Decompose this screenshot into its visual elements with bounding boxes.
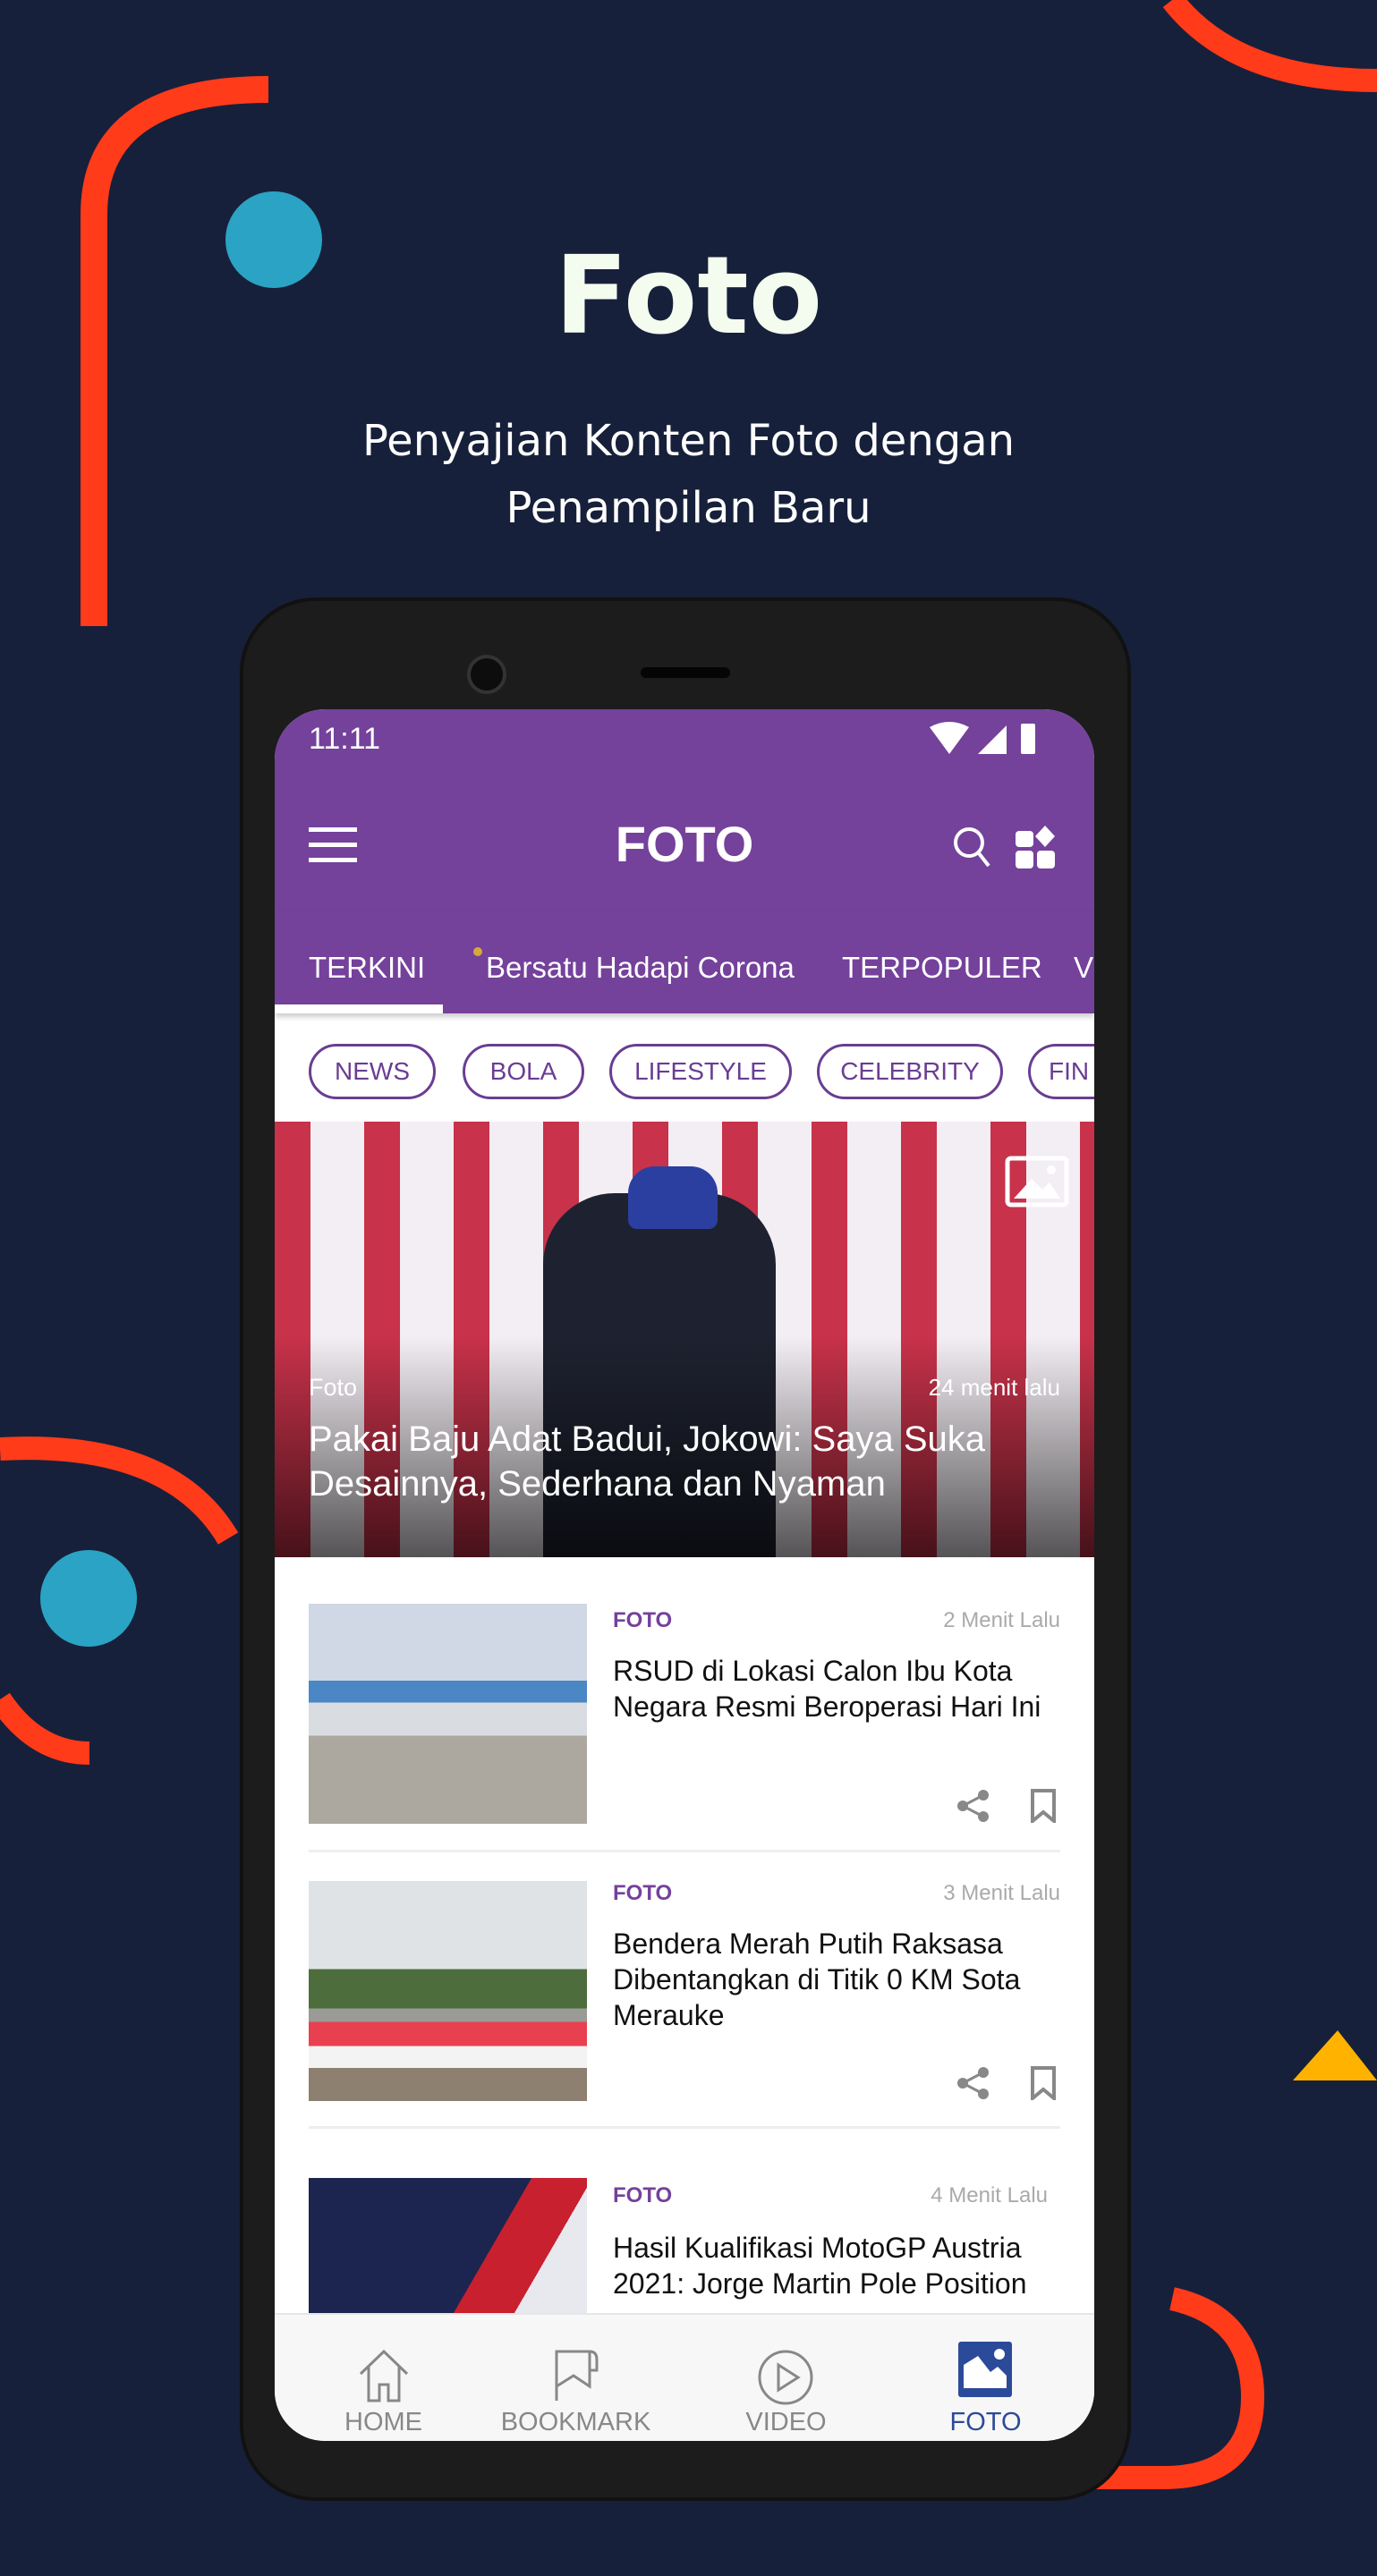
nav-label: HOME	[344, 2408, 422, 2436]
article-time: 4 Menit Lalu	[931, 2183, 1048, 2207]
chip-bola[interactable]: BOLA	[463, 1044, 584, 1099]
play-circle-icon	[758, 2350, 813, 2405]
nav-home[interactable]: HOME	[281, 2315, 486, 2441]
promo-subtitle: Penyajian Konten Foto dengan	[361, 416, 1016, 466]
home-icon	[359, 2349, 409, 2402]
signal-icon	[978, 725, 1007, 754]
chip-lifestyle[interactable]: LIFESTYLE	[609, 1044, 792, 1099]
share-icon[interactable]	[956, 1789, 990, 1823]
hero-category: Foto	[309, 1374, 358, 1401]
status-time: 11:11	[309, 722, 381, 756]
category-tabs: TERKINI Bersatu Hadapi Corona TERPOPULER…	[275, 911, 1094, 1013]
app-bar: FOTO	[275, 774, 1094, 911]
nav-foto[interactable]: FOTO	[883, 2315, 1088, 2441]
hero-image-headwear	[628, 1166, 718, 1229]
chip-finance[interactable]: FIN	[1028, 1044, 1094, 1099]
decorative-arc	[0, 1692, 90, 1765]
hero-article[interactable]: Foto 24 menit lalu Pakai Baju Adat Badui…	[275, 1122, 1094, 1557]
article-thumbnail[interactable]	[309, 1881, 587, 2101]
apps-icon[interactable]	[1016, 826, 1057, 869]
article-time: 3 Menit Lalu	[943, 1881, 1060, 1905]
hero-title[interactable]: Pakai Baju Adat Badui, Jokowi: Saya Suka…	[309, 1417, 1024, 1506]
decorative-arc	[0, 1436, 239, 1545]
divider	[309, 1850, 1060, 1852]
speaker	[641, 667, 730, 678]
live-dot-icon	[473, 947, 482, 956]
nav-bookmark[interactable]: BOOKMARK	[473, 2315, 678, 2441]
article-title[interactable]: Bendera Merah Putih Raksasa Dibentangkan…	[613, 1926, 1060, 2033]
decorative-triangle	[1293, 2030, 1377, 2080]
tab-terkini[interactable]: TERKINI	[309, 951, 425, 985]
share-icon[interactable]	[956, 2066, 990, 2100]
battery-icon	[1021, 724, 1035, 754]
decorative-circle	[40, 1550, 137, 1647]
photo-icon	[958, 2342, 1012, 2397]
nav-label: BOOKMARK	[500, 2408, 651, 2436]
article-thumbnail[interactable]	[309, 1604, 587, 1824]
article-category: FOTO	[613, 2183, 673, 2207]
article-category: FOTO	[613, 1881, 673, 1905]
status-icons	[930, 722, 1035, 754]
article-title[interactable]: Hasil Kualifikasi MotoGP Austria 2021: J…	[613, 2230, 1060, 2301]
bottom-navigation: HOME BOOKMARK VIDEO FOTO	[275, 2313, 1094, 2441]
chip-celebrity[interactable]: CELEBRITY	[817, 1044, 1003, 1099]
wifi-icon	[930, 722, 969, 754]
nav-label: VIDEO	[745, 2408, 827, 2436]
article-title[interactable]: RSUD di Lokasi Calon Ibu Kota Negara Res…	[613, 1653, 1060, 1724]
decorative-arc	[1162, 0, 1377, 92]
bookmark-icon	[555, 2350, 599, 2401]
status-bar: 11:11	[275, 709, 1094, 774]
article-category: FOTO	[613, 1608, 673, 1632]
camera	[467, 655, 506, 694]
divider	[309, 2126, 1060, 2129]
gallery-icon	[1005, 1156, 1069, 1208]
nav-video[interactable]: VIDEO	[684, 2315, 888, 2441]
tab-bersatu-hadapi-corona[interactable]: Bersatu Hadapi Corona	[486, 951, 795, 985]
bookmark-icon[interactable]	[1030, 2066, 1057, 2100]
article-time: 2 Menit Lalu	[943, 1608, 1060, 1632]
search-icon[interactable]	[953, 826, 992, 869]
phone-screen: 11:11 FOTO TERKINI Bersatu Hadapi Corona…	[275, 709, 1094, 2441]
active-tab-indicator	[275, 1004, 443, 1013]
bookmark-icon[interactable]	[1030, 1789, 1057, 1823]
nav-label: FOTO	[949, 2408, 1022, 2436]
chip-news[interactable]: NEWS	[309, 1044, 436, 1099]
promo-subtitle: Penampilan Baru	[506, 483, 871, 533]
hero-time: 24 menit lalu	[928, 1374, 1060, 1401]
tab-more[interactable]: V	[1074, 951, 1093, 985]
promo-title: Foto	[554, 234, 823, 359]
tab-terpopuler[interactable]: TERPOPULER	[842, 951, 1042, 985]
